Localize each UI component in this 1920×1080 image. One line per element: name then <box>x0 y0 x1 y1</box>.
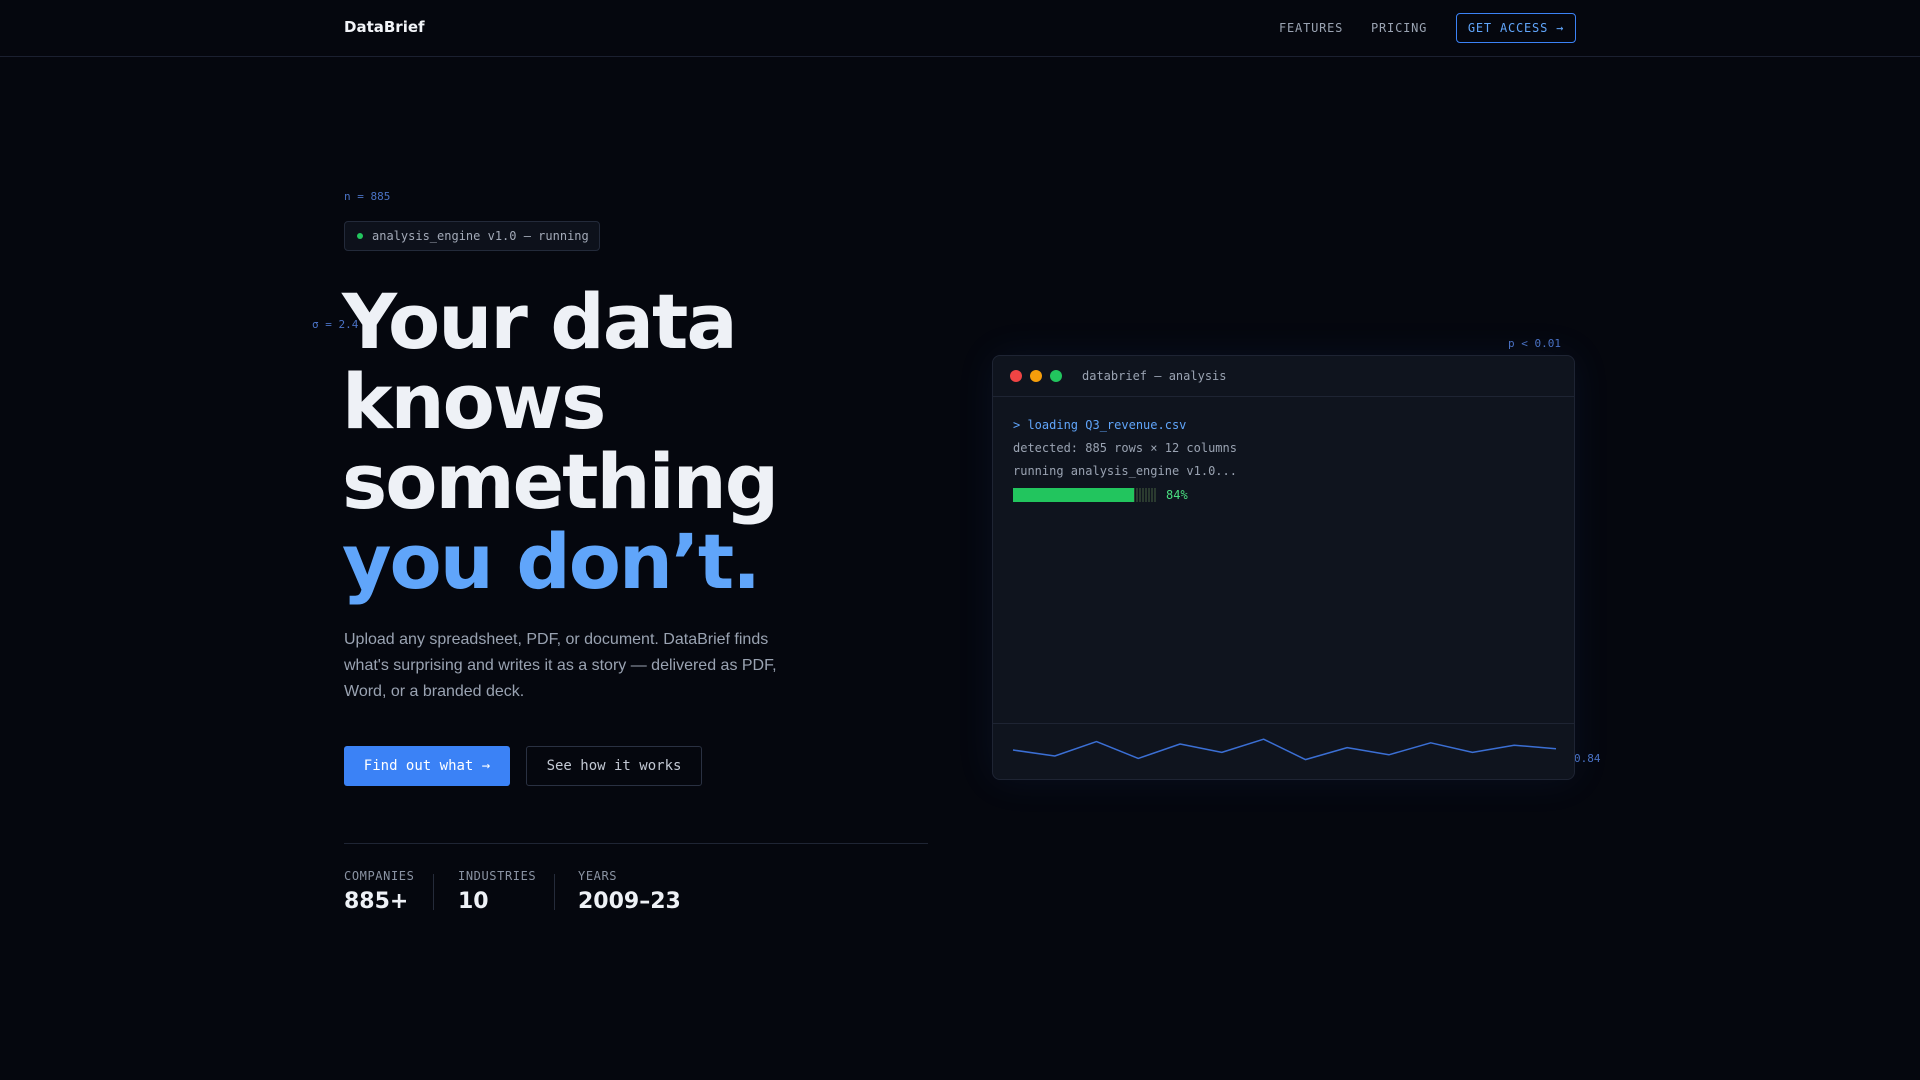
see-how-it-works-button[interactable]: See how it works <box>526 746 702 786</box>
terminal-line: detected: 885 rows × 12 columns <box>1013 441 1237 455</box>
sparkline-chart <box>1012 738 1557 761</box>
terminal-title-bar: databrief — analysis <box>993 356 1574 397</box>
stats-divider <box>344 843 928 844</box>
progress-fill <box>1013 487 1134 502</box>
minimize-window-icon[interactable] <box>1030 370 1042 382</box>
sparkline-line <box>1012 738 1557 761</box>
maximize-window-icon[interactable] <box>1050 370 1062 382</box>
headline-accent: you don’t. <box>342 517 761 606</box>
stat-label: COMPANIES <box>344 869 415 883</box>
engine-status-text: analysis_engine v1.0 — running <box>372 229 589 243</box>
stat-industries: INDUSTRIES 10 <box>458 869 536 914</box>
annotation-r: 0.84 <box>1574 752 1601 765</box>
analysis-progress: 84% <box>1013 483 1237 506</box>
headline-line-3: something <box>342 437 779 526</box>
stat-separator <box>433 874 434 910</box>
annotation-n: n = 885 <box>344 190 391 203</box>
terminal-output: > loading Q3_revenue.csv detected: 885 r… <box>1013 414 1237 506</box>
status-dot-icon <box>357 233 363 239</box>
headline-line-2: knows <box>342 357 606 446</box>
engine-status-badge: analysis_engine v1.0 — running <box>344 221 600 251</box>
find-out-what-button[interactable]: Find out what → <box>344 746 510 786</box>
progress-percent: 84% <box>1166 487 1188 502</box>
stat-value: 885+ <box>344 889 409 914</box>
stat-separator <box>554 874 555 910</box>
headline-line-1: Your data <box>342 277 738 366</box>
logo[interactable]: DataBrief <box>344 18 425 36</box>
nav-link-pricing[interactable]: PRICING <box>1371 21 1427 35</box>
close-window-icon[interactable] <box>1010 370 1022 382</box>
top-nav: DataBrief FEATURES PRICING GET ACCESS → <box>0 0 1920 57</box>
terminal-title: databrief — analysis <box>1082 369 1227 383</box>
stat-value: 2009–23 <box>578 889 681 914</box>
terminal-line: > loading Q3_revenue.csv <box>1013 418 1187 432</box>
get-access-button[interactable]: GET ACCESS → <box>1456 13 1576 43</box>
nav-link-features[interactable]: FEATURES <box>1279 21 1343 35</box>
hero-subtitle: Upload any spreadsheet, PDF, or document… <box>344 631 777 700</box>
analysis-terminal: databrief — analysis > loading Q3_revenu… <box>992 355 1575 780</box>
sparkline-panel <box>993 723 1574 779</box>
stat-label: YEARS <box>578 869 618 883</box>
progress-track <box>1013 487 1157 502</box>
terminal-line: running analysis_engine v1.0... <box>1013 464 1237 478</box>
stat-label: INDUSTRIES <box>458 869 537 883</box>
stat-value: 10 <box>458 889 489 914</box>
annotation-p: p < 0.01 <box>1508 337 1561 350</box>
hero-headline: Your data knows something you don’t. <box>342 277 779 606</box>
stat-years: YEARS 2009–23 <box>578 869 681 914</box>
stat-companies: COMPANIES 885+ <box>344 869 414 914</box>
